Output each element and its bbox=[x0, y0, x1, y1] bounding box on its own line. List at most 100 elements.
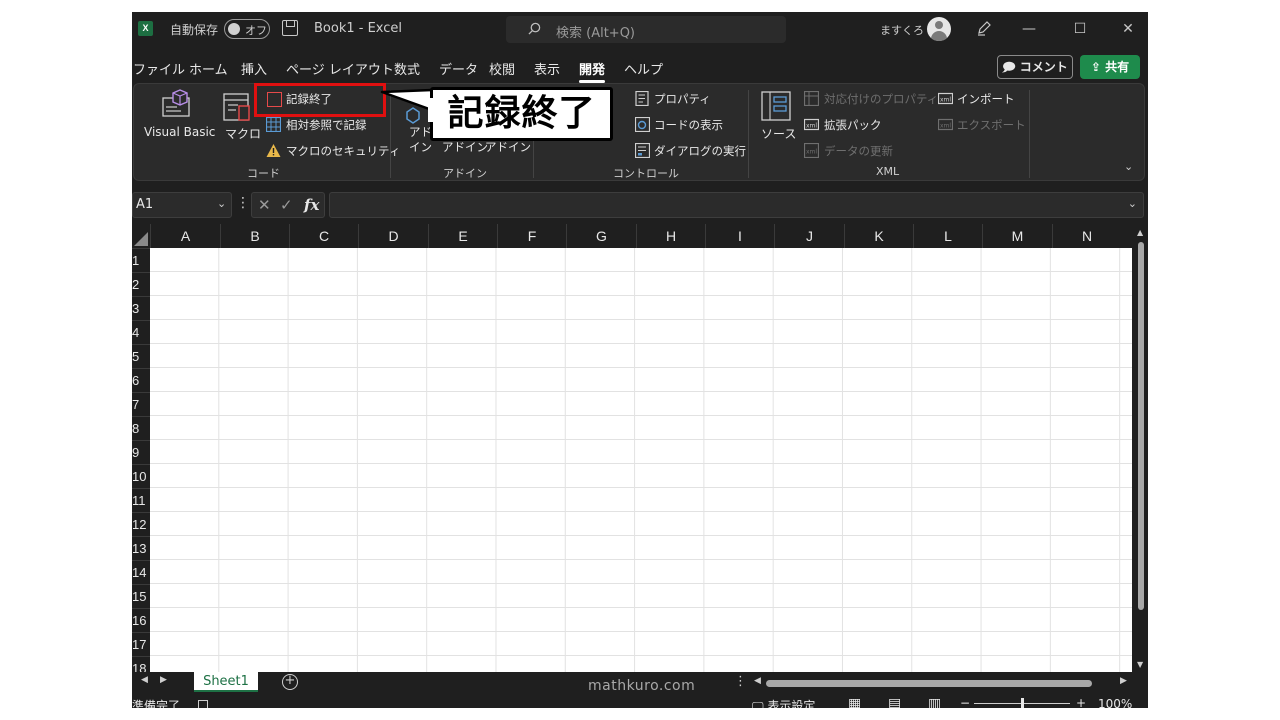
column-header[interactable]: A bbox=[150, 224, 220, 248]
insert-function-icon[interactable]: fx bbox=[304, 196, 319, 214]
column-header[interactable]: D bbox=[358, 224, 428, 248]
row-header[interactable]: 18 bbox=[132, 656, 150, 672]
column-header[interactable]: N bbox=[1052, 224, 1121, 248]
row-header[interactable]: 2 bbox=[132, 272, 150, 296]
row-header[interactable]: 14 bbox=[132, 560, 150, 584]
more-options-icon[interactable]: ⋮ bbox=[734, 674, 747, 689]
column-header[interactable]: M bbox=[982, 224, 1052, 248]
tab-review[interactable]: 校閲 bbox=[489, 59, 515, 78]
expansion-packs-button[interactable]: 拡張パック bbox=[824, 117, 882, 133]
relative-reference-button[interactable]: 相対参照で記録 bbox=[286, 117, 367, 133]
column-header[interactable]: H bbox=[636, 224, 705, 248]
column-header[interactable]: G bbox=[566, 224, 636, 248]
pen-icon[interactable] bbox=[976, 20, 992, 36]
tab-insert[interactable]: 挿入 bbox=[241, 59, 267, 78]
tab-formulas[interactable]: 数式 bbox=[394, 59, 420, 78]
cell-grid[interactable] bbox=[150, 248, 1132, 672]
macro-recording-icon[interactable] bbox=[198, 700, 208, 708]
view-code-button[interactable]: コードの表示 bbox=[654, 117, 723, 133]
close-button[interactable]: ✕ bbox=[1113, 17, 1143, 41]
autosave-toggle[interactable]: オフ bbox=[224, 19, 270, 39]
row-header[interactable]: 3 bbox=[132, 296, 150, 320]
zoom-slider-thumb[interactable] bbox=[1021, 698, 1024, 708]
maximize-button[interactable]: ☐ bbox=[1065, 17, 1095, 41]
tab-data[interactable]: データ bbox=[439, 59, 478, 78]
run-dialog-button[interactable]: ダイアログの実行 bbox=[654, 143, 746, 159]
column-header[interactable]: K bbox=[844, 224, 913, 248]
macro-security-button[interactable]: マクロのセキュリティ bbox=[286, 143, 400, 159]
horizontal-scroll-thumb[interactable] bbox=[766, 680, 1092, 687]
tab-view[interactable]: 表示 bbox=[534, 59, 560, 78]
comment-button[interactable]: 🗩 コメント bbox=[997, 55, 1073, 79]
map-properties-button[interactable]: 対応付けのプロパティ bbox=[824, 91, 938, 107]
enter-icon[interactable]: ✓ bbox=[280, 196, 293, 214]
zoom-out-icon[interactable]: − bbox=[960, 696, 970, 708]
visual-basic-button[interactable]: Visual Basic bbox=[144, 125, 215, 139]
xml-source-button[interactable]: ソース bbox=[761, 125, 796, 142]
page-break-view-icon[interactable]: ▥ bbox=[928, 696, 941, 708]
row-header[interactable]: 12 bbox=[132, 512, 150, 536]
search-box[interactable]: 検索 (Alt+Q) bbox=[506, 16, 786, 43]
macro-icon[interactable] bbox=[222, 92, 256, 126]
select-all-corner[interactable] bbox=[132, 224, 150, 248]
export-button[interactable]: エクスポート bbox=[957, 117, 1026, 133]
avatar[interactable] bbox=[927, 17, 951, 41]
ribbon-collapse-chevron-icon[interactable]: ⌄ bbox=[1124, 160, 1133, 173]
row-header[interactable]: 9 bbox=[132, 440, 150, 464]
properties-button[interactable]: プロパティ bbox=[654, 91, 711, 107]
page-layout-view-icon[interactable]: ▤ bbox=[888, 696, 901, 708]
scroll-up-icon[interactable]: ▲ bbox=[1137, 228, 1143, 237]
row-header[interactable]: 6 bbox=[132, 368, 150, 392]
sheet-next-icon[interactable]: ▶ bbox=[160, 675, 167, 685]
visual-basic-icon[interactable] bbox=[161, 89, 195, 123]
user-name[interactable]: ますくろ bbox=[880, 22, 924, 38]
row-header[interactable]: 7 bbox=[132, 392, 150, 416]
tab-help[interactable]: ヘルプ bbox=[624, 59, 663, 78]
xml-source-icon[interactable] bbox=[760, 90, 794, 124]
normal-view-icon[interactable]: ▦ bbox=[848, 696, 861, 708]
row-header[interactable]: 4 bbox=[132, 320, 150, 344]
row-header[interactable]: 10 bbox=[132, 464, 150, 488]
expand-formula-chevron-icon[interactable]: ⌄ bbox=[1128, 197, 1137, 210]
add-sheet-icon[interactable]: + bbox=[282, 674, 298, 690]
share-button[interactable]: ⇪ 共有 bbox=[1080, 55, 1140, 79]
cancel-icon[interactable]: ✕ bbox=[258, 196, 271, 214]
chevron-down-icon[interactable]: ⌄ bbox=[217, 197, 226, 210]
column-header[interactable]: J bbox=[774, 224, 844, 248]
scroll-right-icon[interactable]: ▶ bbox=[1120, 676, 1127, 686]
tab-file[interactable]: ファイル bbox=[133, 59, 185, 78]
tab-page-layout[interactable]: ページ レイアウト bbox=[286, 59, 394, 78]
column-header[interactable]: F bbox=[497, 224, 566, 248]
row-header[interactable]: 13 bbox=[132, 536, 150, 560]
excel-addins-button[interactable]: アドイン bbox=[442, 139, 488, 155]
com-addins-button[interactable]: アドイン bbox=[485, 139, 531, 155]
display-settings-button[interactable]: 🖵 表示設定 bbox=[752, 697, 815, 708]
scroll-down-icon[interactable]: ▼ bbox=[1137, 660, 1143, 669]
addins-button-line2[interactable]: イン bbox=[409, 139, 432, 155]
column-header[interactable]: L bbox=[913, 224, 982, 248]
import-button[interactable]: インポート bbox=[957, 91, 1015, 107]
row-header[interactable]: 8 bbox=[132, 416, 150, 440]
zoom-in-icon[interactable]: + bbox=[1076, 696, 1086, 708]
save-icon[interactable] bbox=[282, 20, 298, 36]
column-header[interactable]: B bbox=[220, 224, 289, 248]
row-header[interactable]: 15 bbox=[132, 584, 150, 608]
formula-input[interactable]: ⌄ bbox=[329, 192, 1144, 218]
tab-developer[interactable]: 開発 bbox=[579, 59, 606, 83]
macro-button[interactable]: マクロ bbox=[225, 125, 261, 142]
column-header[interactable]: I bbox=[705, 224, 774, 248]
sheet-prev-icon[interactable]: ◀ bbox=[141, 675, 148, 685]
vertical-scroll-thumb[interactable] bbox=[1138, 242, 1144, 610]
row-header[interactable]: 17 bbox=[132, 632, 150, 656]
name-box[interactable]: A1 ⌄ bbox=[132, 192, 232, 218]
vertical-scrollbar[interactable]: ▲ ▼ bbox=[1134, 224, 1148, 672]
more-options-icon[interactable]: ⋮ bbox=[236, 195, 250, 211]
row-header[interactable]: 1 bbox=[132, 248, 150, 272]
row-header[interactable]: 5 bbox=[132, 344, 150, 368]
scroll-left-icon[interactable]: ◀ bbox=[754, 676, 761, 686]
column-header[interactable]: C bbox=[289, 224, 358, 248]
addins-button-line1[interactable]: アド bbox=[409, 124, 432, 140]
minimize-button[interactable]: — bbox=[1014, 17, 1044, 41]
row-header[interactable]: 11 bbox=[132, 488, 150, 512]
zoom-level[interactable]: 100% bbox=[1098, 697, 1132, 708]
